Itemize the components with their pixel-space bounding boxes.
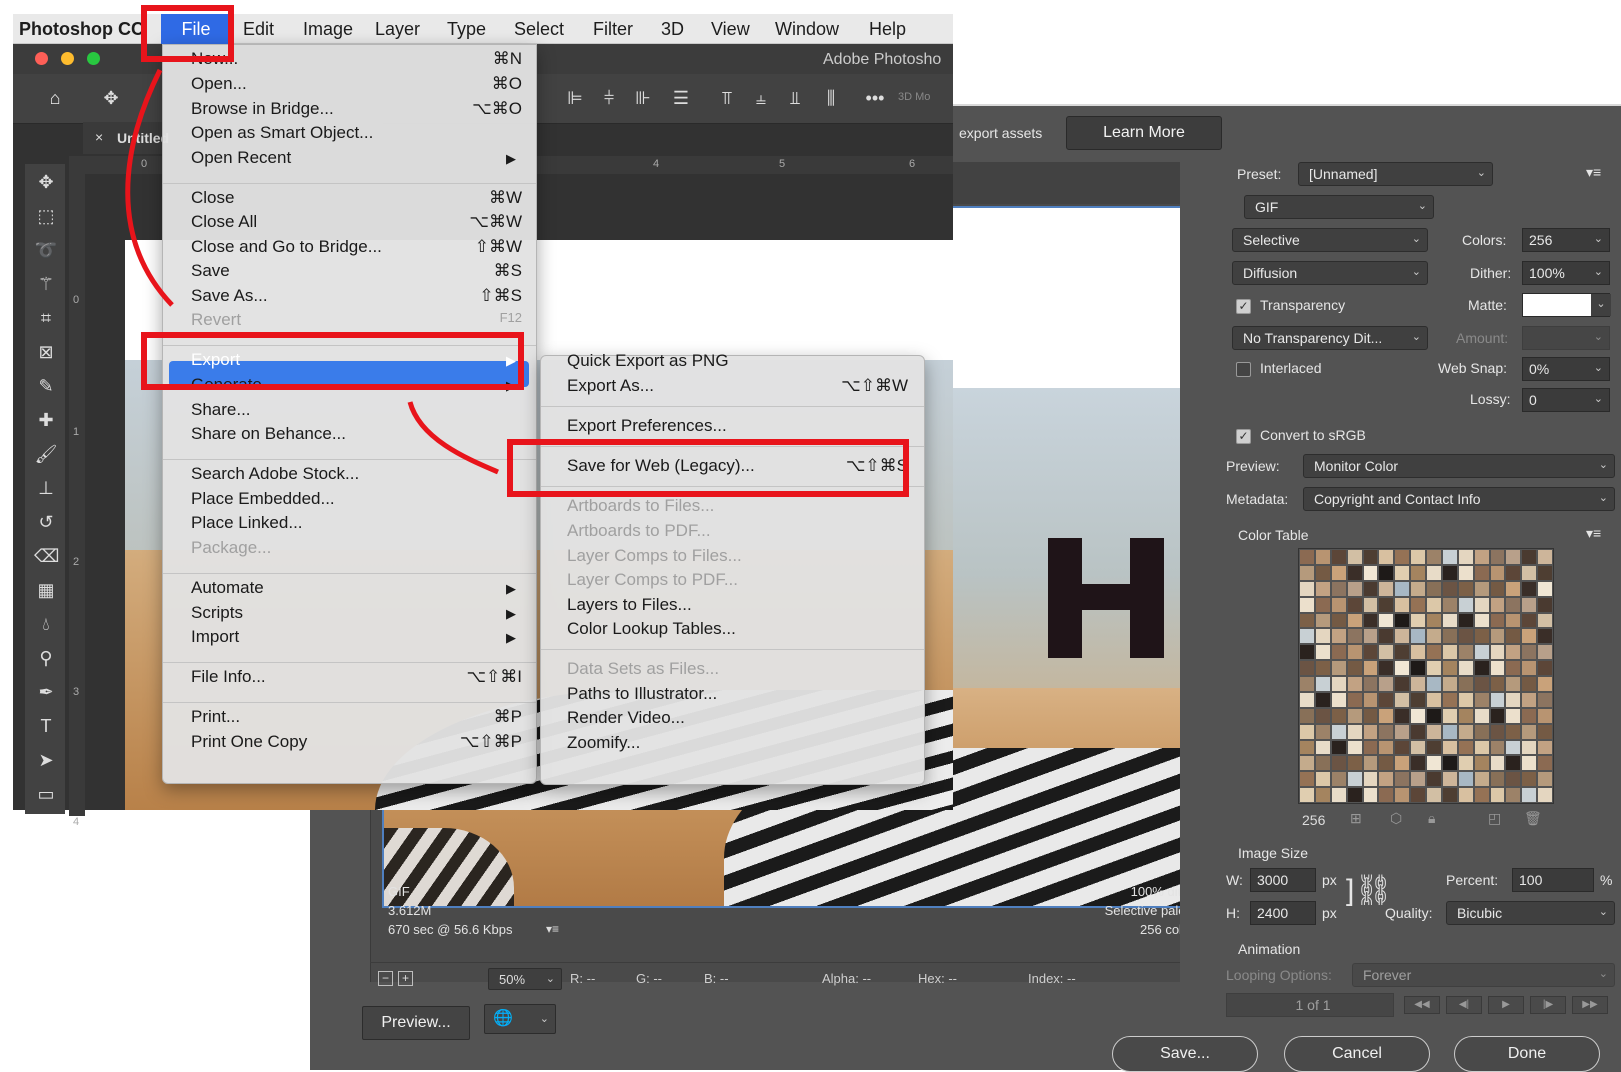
annotation-arrows [125,68,499,475]
